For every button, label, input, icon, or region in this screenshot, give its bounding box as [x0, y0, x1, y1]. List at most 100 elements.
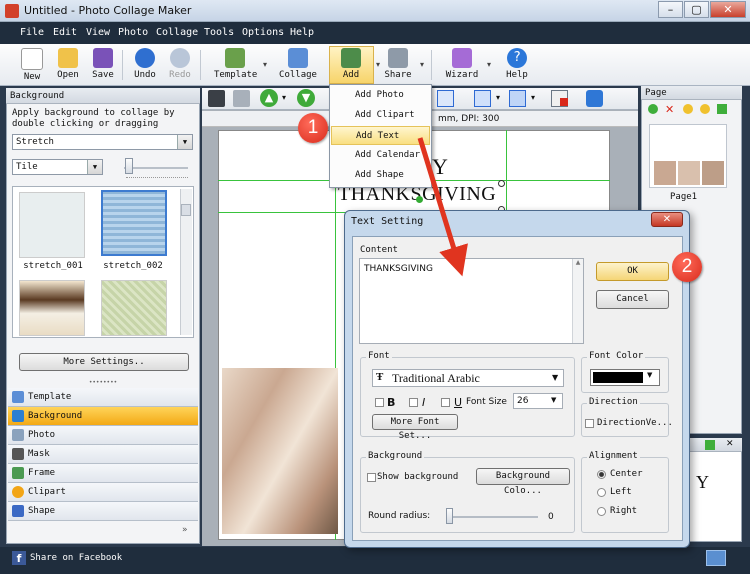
- align-left-icon[interactable]: [474, 90, 491, 107]
- info-icon[interactable]: [586, 90, 603, 107]
- menu-bar: [0, 22, 750, 44]
- background-instruction: Apply background to collage by double cl…: [12, 108, 175, 129]
- align-left-radio[interactable]: [597, 488, 606, 497]
- save-button[interactable]: Save: [85, 48, 121, 80]
- menu-add-calendar[interactable]: Add Calendar: [331, 146, 430, 165]
- thumbnail-green-pattern[interactable]: [101, 280, 167, 336]
- add-button[interactable]: Add: [333, 48, 369, 80]
- background-color-button[interactable]: Background Colo...: [476, 468, 570, 496]
- chevron-down-icon[interactable]: ▼: [551, 396, 556, 404]
- family-photo[interactable]: [222, 368, 338, 534]
- italic-checkbox[interactable]: [409, 398, 418, 407]
- menu-add-clipart[interactable]: Add Clipart: [331, 106, 430, 125]
- wizard-button[interactable]: Wizard: [441, 48, 483, 80]
- tile-mode-select[interactable]: Tile ▼: [12, 159, 103, 175]
- round-radius-track[interactable]: [446, 516, 538, 518]
- open-button[interactable]: Open: [50, 48, 86, 80]
- menu-help[interactable]: Help: [290, 27, 314, 38]
- menu-file[interactable]: File: [20, 27, 44, 38]
- collage-icon: [288, 48, 308, 68]
- ok-button[interactable]: OK: [596, 262, 669, 281]
- align-right-radio[interactable]: [597, 507, 606, 516]
- underline-checkbox[interactable]: [441, 398, 450, 407]
- help-button[interactable]: ? Help: [499, 48, 535, 80]
- background-mode-select[interactable]: Stretch ▼: [12, 134, 193, 150]
- nav-shape[interactable]: Shape: [8, 502, 198, 521]
- close-icon[interactable]: ✕: [726, 439, 734, 449]
- nav-photo[interactable]: Photo: [8, 426, 198, 445]
- show-background-checkbox[interactable]: [367, 473, 376, 482]
- page-thumbnail[interactable]: [649, 124, 727, 188]
- rotate-handle[interactable]: [416, 196, 423, 203]
- move-down-icon[interactable]: [700, 104, 710, 114]
- new-button[interactable]: New: [14, 48, 50, 82]
- cancel-button[interactable]: Cancel: [596, 290, 669, 309]
- menu-options[interactable]: Options: [242, 27, 284, 38]
- share-facebook-link[interactable]: Share on Facebook: [30, 553, 122, 563]
- more-settings-button[interactable]: More Settings..: [19, 353, 189, 371]
- splitter-grip[interactable]: ••••••••: [8, 380, 198, 386]
- direction-checkbox[interactable]: [585, 419, 594, 428]
- refresh-icon[interactable]: [705, 440, 715, 450]
- collage-button[interactable]: Collage: [278, 48, 318, 80]
- thumbnail-wood[interactable]: [19, 280, 85, 336]
- menu-view[interactable]: View: [86, 27, 110, 38]
- nav-clipart[interactable]: Clipart: [8, 483, 198, 502]
- maximize-button[interactable]: ▢: [684, 1, 709, 18]
- align-center-radio[interactable]: [597, 470, 606, 479]
- bold-checkbox[interactable]: [375, 398, 384, 407]
- menu-add-photo[interactable]: Add Photo: [331, 86, 430, 105]
- direction-check-label: DirectionVe...: [597, 418, 673, 428]
- bring-forward-icon[interactable]: ▲: [260, 89, 278, 107]
- thumbnail-stretch-002[interactable]: [101, 190, 167, 256]
- template-dropdown-icon[interactable]: ▾: [263, 60, 267, 69]
- chevron-down-icon[interactable]: ▾: [531, 93, 535, 102]
- menu-photo[interactable]: Photo: [118, 27, 148, 38]
- send-backward-icon[interactable]: ▼: [297, 89, 315, 107]
- dialog-close-button[interactable]: ✕: [651, 212, 683, 227]
- person-icon[interactable]: [208, 90, 225, 107]
- tile-slider-handle[interactable]: [125, 158, 133, 174]
- align-center-icon[interactable]: [437, 90, 454, 107]
- resize-handle[interactable]: [498, 180, 505, 187]
- menu-add-shape[interactable]: Add Shape: [331, 166, 430, 185]
- chevron-down-icon[interactable]: ▾: [496, 93, 500, 102]
- nav-frame[interactable]: Frame: [8, 464, 198, 483]
- canvas-text-y[interactable]: Y: [432, 154, 448, 180]
- nav-background[interactable]: Background: [8, 407, 198, 426]
- panel-toggle-icon[interactable]: [706, 550, 726, 566]
- delete-page-icon[interactable]: ✕: [665, 103, 674, 116]
- minimize-button[interactable]: –: [658, 1, 683, 18]
- close-button[interactable]: ✕: [710, 1, 746, 18]
- menu-add-text[interactable]: Add Text: [331, 126, 430, 145]
- redo-button[interactable]: Redo: [162, 48, 198, 80]
- more-font-button[interactable]: More Font Set...: [372, 414, 458, 441]
- round-radius-label: Round radius:: [368, 511, 431, 521]
- round-radius-handle[interactable]: [446, 508, 453, 524]
- font-color-picker[interactable]: ▼: [590, 369, 660, 386]
- menu-edit[interactable]: Edit: [53, 27, 77, 38]
- share-button[interactable]: Share: [380, 48, 416, 80]
- thumbnail-stretch-001[interactable]: [19, 192, 85, 258]
- wizard-dropdown-icon[interactable]: ▾: [487, 60, 491, 69]
- undo-button[interactable]: Undo: [127, 48, 163, 80]
- move-up-icon[interactable]: [683, 104, 693, 114]
- refresh-icon[interactable]: [717, 104, 727, 114]
- crop-icon[interactable]: [233, 90, 250, 107]
- template-button[interactable]: Template: [214, 48, 257, 80]
- textarea-scrollbar[interactable]: ▲: [572, 259, 583, 343]
- tile-slider-track[interactable]: [124, 167, 188, 169]
- nav-mask[interactable]: Mask: [8, 445, 198, 464]
- clipart-flower-icon: [12, 486, 24, 498]
- menu-collage[interactable]: Collage: [156, 27, 198, 38]
- add-page-icon[interactable]: [648, 104, 658, 114]
- chevron-down-icon[interactable]: ▼: [552, 373, 558, 382]
- distribute-icon[interactable]: [509, 90, 526, 107]
- share-dropdown-icon[interactable]: ▾: [420, 60, 424, 69]
- nav-template[interactable]: Template: [8, 388, 198, 407]
- delete-object-icon[interactable]: [551, 90, 568, 107]
- menu-tools[interactable]: Tools: [204, 27, 234, 38]
- expand-chevron-icon[interactable]: »: [182, 525, 188, 535]
- chevron-down-icon[interactable]: ▾: [282, 93, 286, 102]
- scrollbar-thumb[interactable]: [181, 204, 191, 216]
